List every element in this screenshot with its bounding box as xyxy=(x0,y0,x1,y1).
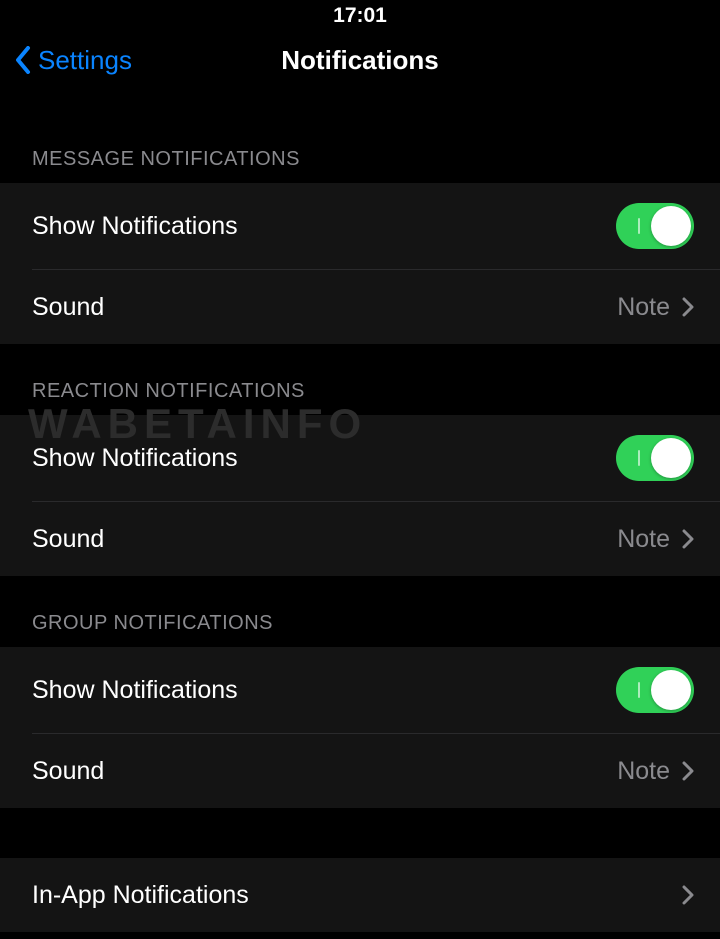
chevron-right-icon xyxy=(682,297,694,317)
page-title: Notifications xyxy=(281,45,438,76)
row-message-sound[interactable]: Sound Note xyxy=(0,270,720,344)
chevron-right-icon xyxy=(682,761,694,781)
row-group-show-notifications[interactable]: Show Notifications xyxy=(0,647,720,733)
row-reaction-show-notifications[interactable]: Show Notifications xyxy=(0,415,720,501)
section-reaction: Show Notifications Sound Note xyxy=(0,415,720,576)
row-label: Sound xyxy=(32,525,617,554)
toggle-on-indicator xyxy=(638,682,640,698)
back-label: Settings xyxy=(38,45,132,76)
row-label: Sound xyxy=(32,293,617,322)
section-inapp: In-App Notifications xyxy=(0,858,720,932)
section-header-message: MESSAGE NOTIFICATIONS xyxy=(0,112,720,183)
section-header-group: GROUP NOTIFICATIONS xyxy=(0,576,720,647)
row-value: Note xyxy=(617,293,670,322)
row-label: Sound xyxy=(32,757,617,786)
row-label: Show Notifications xyxy=(32,212,616,241)
toggle-knob xyxy=(651,206,691,246)
row-inapp-notifications[interactable]: In-App Notifications xyxy=(0,858,720,932)
section-header-reaction: REACTION NOTIFICATIONS xyxy=(0,344,720,415)
toggle-on-indicator xyxy=(638,218,640,234)
row-reaction-sound[interactable]: Sound Note xyxy=(0,502,720,576)
status-bar: 17:01 xyxy=(0,0,720,32)
toggle-group-show[interactable] xyxy=(616,667,694,713)
toggle-knob xyxy=(651,438,691,478)
chevron-left-icon xyxy=(14,46,32,74)
nav-bar: Settings Notifications xyxy=(0,32,720,88)
toggle-knob xyxy=(651,670,691,710)
back-button[interactable]: Settings xyxy=(14,45,132,76)
status-time: 17:01 xyxy=(333,4,387,28)
row-group-sound[interactable]: Sound Note xyxy=(0,734,720,808)
section-message: Show Notifications Sound Note xyxy=(0,183,720,344)
chevron-right-icon xyxy=(682,885,694,905)
row-message-show-notifications[interactable]: Show Notifications xyxy=(0,183,720,269)
chevron-right-icon xyxy=(682,529,694,549)
row-value: Note xyxy=(617,525,670,554)
section-group: Show Notifications Sound Note xyxy=(0,647,720,808)
row-label: Show Notifications xyxy=(32,444,616,473)
row-label: Show Notifications xyxy=(32,676,616,705)
toggle-reaction-show[interactable] xyxy=(616,435,694,481)
toggle-on-indicator xyxy=(638,450,640,466)
row-value: Note xyxy=(617,757,670,786)
row-label: In-App Notifications xyxy=(32,881,682,910)
toggle-message-show[interactable] xyxy=(616,203,694,249)
